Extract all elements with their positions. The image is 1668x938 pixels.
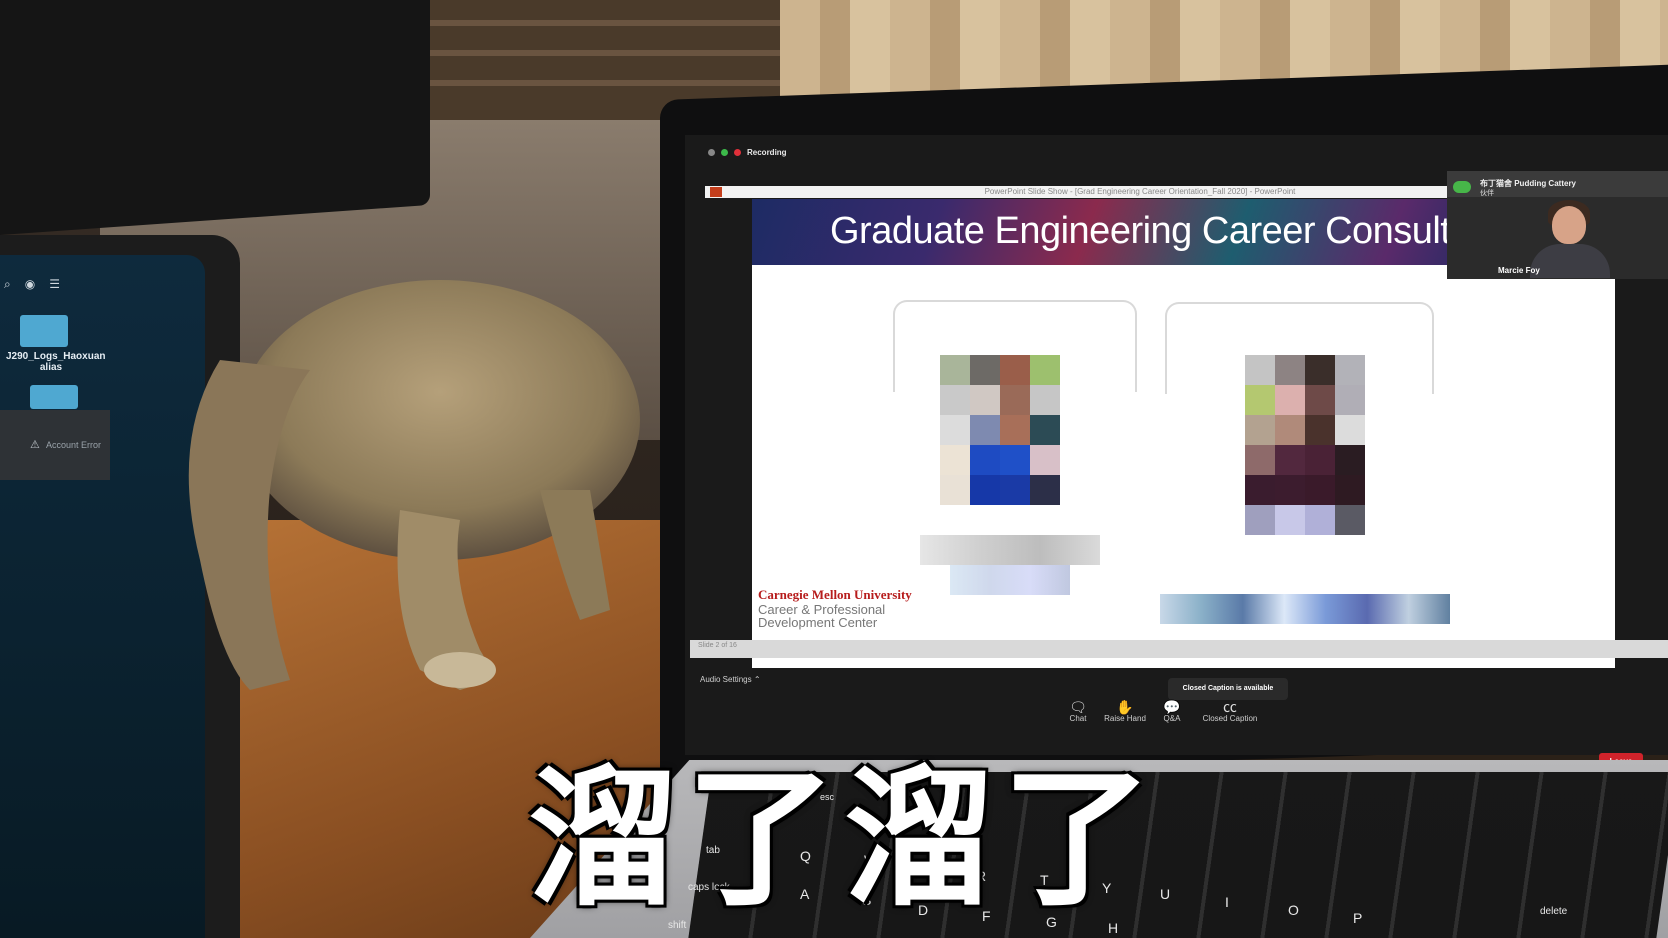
- cmu-subtitle: Career & Professional Development Center: [758, 603, 885, 629]
- ppt-status-bar: [690, 640, 1668, 658]
- external-monitor: [0, 0, 430, 236]
- avatar[interactable]: ◉: [25, 277, 35, 295]
- video-panel-title: 布丁猫舍 Pudding Cattery: [1480, 179, 1577, 188]
- key-o[interactable]: O: [1288, 902, 1299, 918]
- pixelated-photo: [1245, 355, 1365, 535]
- record-dot-icon: [734, 149, 741, 156]
- folder-icon[interactable]: [30, 385, 78, 409]
- cc-icon: ㏄: [1223, 699, 1237, 715]
- key-delete[interactable]: delete: [1540, 906, 1567, 917]
- security-icon[interactable]: [721, 149, 728, 156]
- list-icon[interactable]: ☰: [49, 277, 60, 295]
- folder-icon[interactable]: [20, 315, 68, 347]
- meme-caption: 溜了溜了: [528, 753, 1161, 927]
- audio-settings-button[interactable]: Audio Settings ⌃: [700, 675, 761, 684]
- qa-icon: 💬: [1163, 699, 1181, 715]
- key-p[interactable]: P: [1353, 910, 1362, 926]
- pixelated-caption: [900, 535, 1120, 595]
- key-i[interactable]: I: [1225, 894, 1229, 910]
- closed-caption-label: Closed Caption: [1202, 714, 1258, 723]
- pixelated-photo: [940, 355, 1080, 505]
- audio-settings-label: Audio Settings: [700, 675, 752, 684]
- wechat-icon: [1453, 181, 1471, 193]
- info-icon[interactable]: [708, 149, 715, 156]
- qa-label: Q&A: [1163, 714, 1181, 723]
- pixelated-caption: [1160, 594, 1450, 624]
- slide-title: Graduate Engineering Career Consultan: [830, 210, 1492, 252]
- search-icon[interactable]: ⌕: [4, 277, 11, 295]
- chevron-up-icon[interactable]: ⌃: [754, 675, 761, 684]
- slide-number: Slide 2 of 16: [698, 642, 737, 649]
- recording-indicator[interactable]: Recording: [708, 148, 787, 157]
- key-u[interactable]: U: [1160, 886, 1170, 902]
- participant-face: [1552, 206, 1586, 244]
- folder-label[interactable]: J290_Logs_Haoxuan alias: [6, 351, 106, 373]
- warning-icon: ⚠: [30, 439, 40, 451]
- powerpoint-icon: [710, 187, 722, 197]
- cmu-subtitle-line-2: Development Center: [758, 615, 878, 630]
- notification-text: Account Error: [46, 440, 102, 450]
- recording-label: Recording: [747, 148, 787, 157]
- closed-caption-button[interactable]: ㏄ Closed Caption: [1195, 700, 1265, 723]
- powerpoint-titlebar: PowerPoint Slide Show - [Grad Engineerin…: [705, 186, 1575, 198]
- left-laptop-menubar: ⌕ ◉ ☰: [4, 277, 60, 295]
- kitten: [188, 280, 640, 690]
- video-panel-subtitle: 伙伴: [1480, 190, 1494, 197]
- participant-name: Marcie Foy: [1498, 266, 1540, 275]
- cmu-logo-text: Carnegie Mellon University: [758, 587, 912, 602]
- participant-body: [1530, 244, 1610, 278]
- closed-caption-tooltip: Closed Caption is available: [1168, 678, 1288, 700]
